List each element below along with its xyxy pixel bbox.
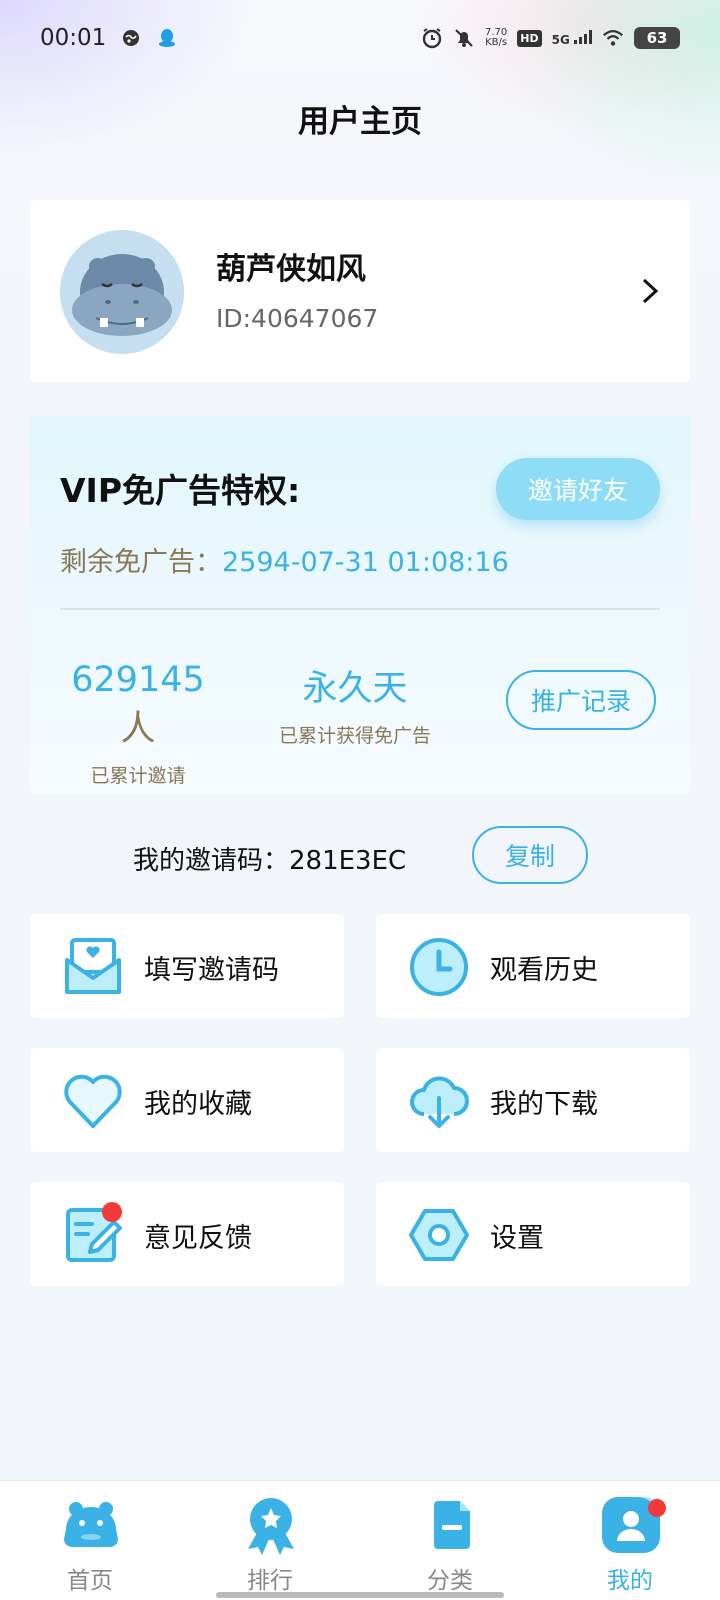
invited-count: 629145 xyxy=(71,660,205,700)
hippo-home-icon xyxy=(64,1502,118,1547)
menu-fill-invite-code[interactable]: 填写邀请码 xyxy=(30,914,344,1018)
remaining-value: 2594-07-31 01:08:16 xyxy=(222,547,509,578)
promotion-records-button[interactable]: 推广记录 xyxy=(506,670,656,730)
tab-label: 我的 xyxy=(607,1568,653,1594)
envelope-heart-icon xyxy=(65,938,121,994)
tab-ranking[interactable]: 排行 xyxy=(180,1481,360,1600)
adfree-stat: 永久天 已累计获得免广告 xyxy=(270,660,440,748)
heart-icon xyxy=(64,1074,122,1128)
award-ribbon-icon xyxy=(248,1498,294,1555)
signal-5g-icon: 5G xyxy=(552,29,592,47)
network-speed: 7.70 KB/s xyxy=(485,27,508,48)
alarm-clock-icon xyxy=(421,27,443,49)
adfree-value: 永久天 xyxy=(302,669,408,709)
tab-label: 分类 xyxy=(427,1568,473,1594)
menu-favorites[interactable]: 我的收藏 xyxy=(30,1048,344,1152)
home-indicator xyxy=(216,1592,504,1598)
menu-label: 意见反馈 xyxy=(144,1223,252,1254)
menu-settings[interactable]: 设置 xyxy=(376,1182,690,1286)
wifi-icon xyxy=(602,27,624,49)
invited-label: 已累计邀请 xyxy=(90,765,186,787)
notification-dot xyxy=(102,1202,122,1222)
avatar[interactable] xyxy=(60,230,184,354)
settings-hexagon-icon xyxy=(409,1209,469,1261)
invited-unit: 人 xyxy=(120,709,156,749)
status-bar: 00:01 7.70 KB/s HD 5G 63 xyxy=(0,0,720,76)
menu-downloads[interactable]: 我的下载 xyxy=(376,1048,690,1152)
invite-code-row: 我的邀请码：281E3EC 复制 xyxy=(0,826,720,884)
tab-category[interactable]: 分类 xyxy=(360,1481,540,1600)
vip-title: VIP免广告特权: xyxy=(60,471,301,510)
invite-friends-button[interactable]: 邀请好友 xyxy=(496,458,660,520)
user-id: ID:40647067 xyxy=(216,304,379,333)
menu-label: 观看历史 xyxy=(490,955,598,986)
notification-dot xyxy=(648,1499,666,1517)
clock: 00:01 xyxy=(40,25,107,51)
clock-icon xyxy=(410,938,468,996)
invited-stat: 629145 人 已累计邀请 xyxy=(58,660,218,788)
hd-badge: HD xyxy=(517,29,542,47)
menu-label: 填写邀请码 xyxy=(144,955,279,986)
tab-mine[interactable]: 我的 xyxy=(540,1481,720,1600)
menu-label: 我的收藏 xyxy=(144,1089,252,1120)
cloud-download-icon xyxy=(410,1076,469,1128)
hippo-avatar-icon xyxy=(60,230,184,354)
menu-label: 我的下载 xyxy=(490,1089,598,1120)
battery-indicator: 63 xyxy=(634,27,680,49)
copy-button[interactable]: 复制 xyxy=(472,826,588,884)
category-icon xyxy=(434,1501,470,1549)
qq-penguin-icon xyxy=(156,27,178,49)
remaining-adfree: 剩余免广告：2594-07-31 01:08:16 xyxy=(60,540,509,579)
profile-card[interactable]: 葫芦侠如风 ID:40647067 xyxy=(30,200,690,382)
globe-icon xyxy=(120,27,142,49)
tab-label: 首页 xyxy=(67,1568,113,1594)
bottom-tab-bar: 首页 排行 分类 我的 xyxy=(0,1480,720,1600)
chevron-right-icon[interactable] xyxy=(638,276,662,306)
tab-label: 排行 xyxy=(247,1568,293,1594)
page-title: 用户主页 xyxy=(298,104,422,140)
username: 葫芦侠如风 xyxy=(216,252,366,287)
vip-card: VIP免广告特权: 邀请好友 剩余免广告：2594-07-31 01:08:16… xyxy=(30,416,690,794)
mute-bell-icon xyxy=(453,27,475,49)
divider xyxy=(60,608,660,610)
invite-code: 我的邀请码：281E3EC xyxy=(133,846,407,876)
menu-feedback[interactable]: 意见反馈 xyxy=(30,1182,344,1286)
menu-label: 设置 xyxy=(490,1223,544,1254)
adfree-label: 已累计获得免广告 xyxy=(278,725,431,747)
menu-watch-history[interactable]: 观看历史 xyxy=(376,914,690,1018)
tab-home[interactable]: 首页 xyxy=(0,1481,180,1600)
remaining-label: 剩余免广告： xyxy=(60,547,222,578)
